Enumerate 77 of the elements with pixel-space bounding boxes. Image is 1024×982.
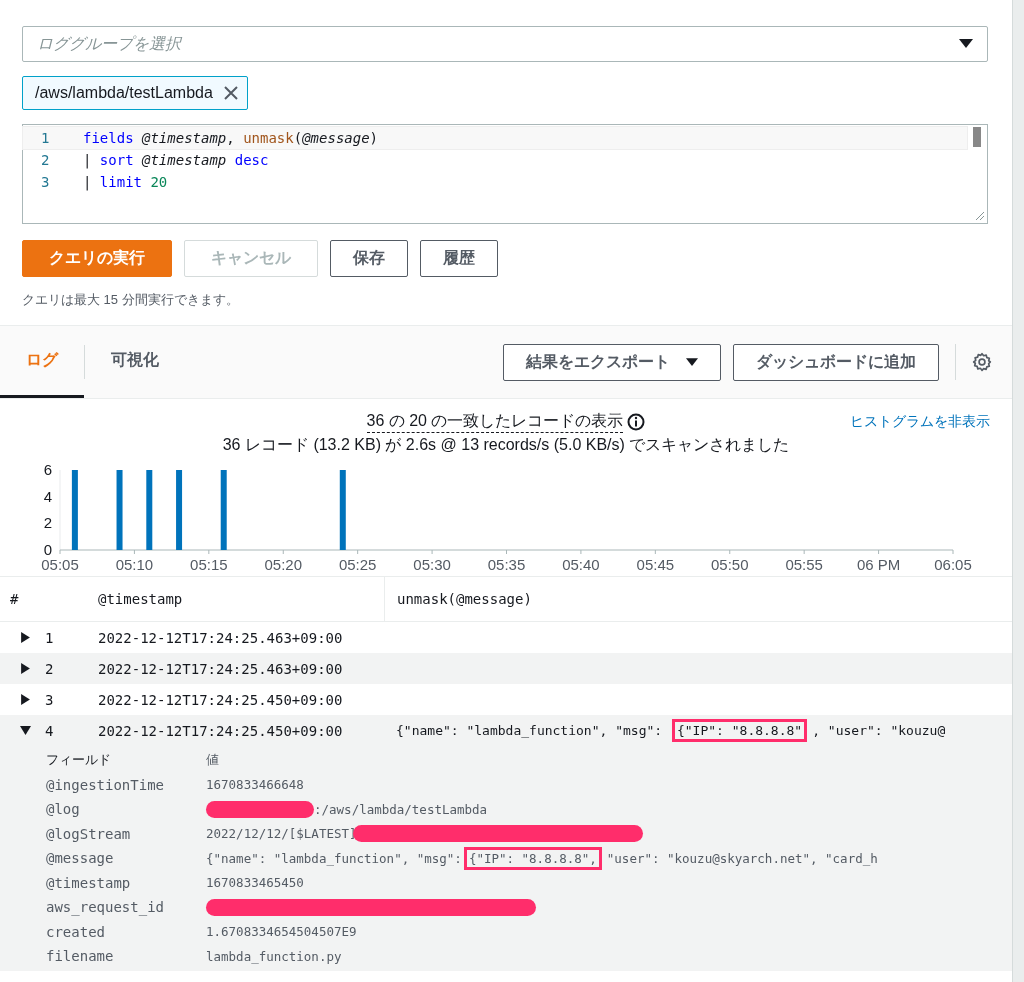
field-value: "user": "kouzu@skyarch.net", "card_h xyxy=(606,850,878,866)
column-header: フィールド xyxy=(46,751,112,770)
query-button[interactable]: 履歴 xyxy=(420,240,498,277)
field-value: 1670833466648 xyxy=(206,777,304,793)
hide-histogram-link[interactable]: ヒストグラムを非表示 xyxy=(850,413,990,431)
x-tick-label: 05:20 xyxy=(264,556,302,570)
code-line: | limit 20 xyxy=(83,174,168,190)
x-tick-label: 05:40 xyxy=(562,556,600,570)
x-tick-label: 05:45 xyxy=(636,556,675,570)
collapse-icon[interactable] xyxy=(20,725,31,736)
settings-icon[interactable] xyxy=(972,352,992,372)
x-tick-label: 06 PM xyxy=(856,556,901,570)
x-tick-label: 05:30 xyxy=(413,556,451,570)
expand-icon[interactable] xyxy=(20,632,31,643)
column-header: 値 xyxy=(206,751,219,770)
chip-label: /aws/lambda/testLambda xyxy=(35,84,213,102)
field-value: :/aws/lambda/testLambda xyxy=(314,801,488,817)
timestamp-cell-text: 2022-12-12T17:24:25.463+09:00 xyxy=(98,660,344,677)
highlighted-text: {"IP": "8.8.8.8", xyxy=(463,846,602,870)
field-value: lambda_function.py xyxy=(206,948,342,964)
scrollbar-thumb[interactable] xyxy=(973,127,981,147)
column-header: @timestamp xyxy=(98,591,184,607)
field-name: aws_request_id xyxy=(46,899,165,916)
field-name: @ingestionTime xyxy=(46,776,165,793)
code-line: fields @timestamp, unmask(@message) xyxy=(83,130,379,146)
row-number: 4 xyxy=(45,722,54,739)
field-name: @logStream xyxy=(46,825,132,842)
y-tick-label: 0 xyxy=(43,541,52,558)
x-tick-label: 05:50 xyxy=(711,556,749,570)
caret-icon xyxy=(959,39,973,49)
x-tick-label: 05:55 xyxy=(785,556,823,570)
line-number: 2 xyxy=(40,152,51,168)
timestamp-cell-text: 2022-12-12T17:24:25.450+09:00 xyxy=(98,691,344,708)
column-header: # xyxy=(9,591,20,607)
expand-icon[interactable] xyxy=(20,694,31,705)
query-editor[interactable]: 1 fields @timestamp, unmask(@message) 2 | sort @timestamp desc 3 | limit 20 xyxy=(22,124,988,224)
x-tick-label: 05:05 xyxy=(41,556,79,570)
select-placeholder: ロググループを選択 xyxy=(37,33,181,54)
scan-stats-text: 36 レコード (13.2 KB) が 2.6s @ 13 records/s (5.0 KB/s) でスキャンされました xyxy=(221,435,791,455)
field-value: 1.6708334654504507E9 xyxy=(206,924,357,940)
info-icon[interactable] xyxy=(627,413,646,431)
field-name: @timestamp xyxy=(46,874,132,891)
action-button[interactable]: ダッシュボードに追加 xyxy=(733,343,939,381)
line-number: 1 xyxy=(40,130,51,146)
field-value: 1670833465450 xyxy=(206,875,304,891)
field-value: 2022/12/12/[$LATEST] xyxy=(206,826,357,842)
y-tick-label: 4 xyxy=(43,487,52,505)
x-tick-label: 05:15 xyxy=(190,556,228,570)
x-tick-label: 05:35 xyxy=(487,556,526,570)
message-text: {"name": "lambda_function", "msg": xyxy=(396,723,664,738)
close-icon[interactable] xyxy=(222,85,239,101)
row-number: 3 xyxy=(45,691,54,708)
row-number: 2 xyxy=(45,660,54,677)
field-name: @log xyxy=(46,801,81,818)
x-tick-label: 05:25 xyxy=(338,556,377,570)
field-name: @message xyxy=(46,850,115,867)
y-tick-label: 2 xyxy=(43,514,52,532)
y-tick-label: 6 xyxy=(43,461,52,478)
expand-icon[interactable] xyxy=(20,663,31,674)
hint-text: クエリは最大 15 分間実行できます。 xyxy=(22,291,240,309)
tab[interactable]: 可視化 xyxy=(85,326,185,398)
field-value: {"name": "lambda_function", "msg": xyxy=(206,850,462,866)
field-name: created xyxy=(46,923,106,940)
matched-records-text: 36 の 20 の一致したレコードの表示 xyxy=(366,411,624,433)
field-name: filename xyxy=(46,948,115,965)
timestamp-cell-text: 2022-12-12T17:24:25.463+09:00 xyxy=(98,629,344,646)
highlighted-text: {"IP": "8.8.8.8" xyxy=(671,719,808,742)
x-tick-label: 05:10 xyxy=(115,556,154,570)
code-line: | sort @timestamp desc xyxy=(83,152,269,168)
x-tick-label: 06:05 xyxy=(934,556,972,570)
query-button[interactable]: 保存 xyxy=(330,240,408,277)
message-text: , "user": "kouzu@ xyxy=(812,723,946,738)
action-button[interactable]: 結果をエクスポート xyxy=(503,343,721,381)
row-number: 1 xyxy=(45,629,54,646)
resize-grip-icon[interactable] xyxy=(975,211,985,221)
timestamp-cell-text: 2022-12-12T17:24:25.450+09:00 xyxy=(98,722,344,739)
line-number: 3 xyxy=(40,174,51,190)
